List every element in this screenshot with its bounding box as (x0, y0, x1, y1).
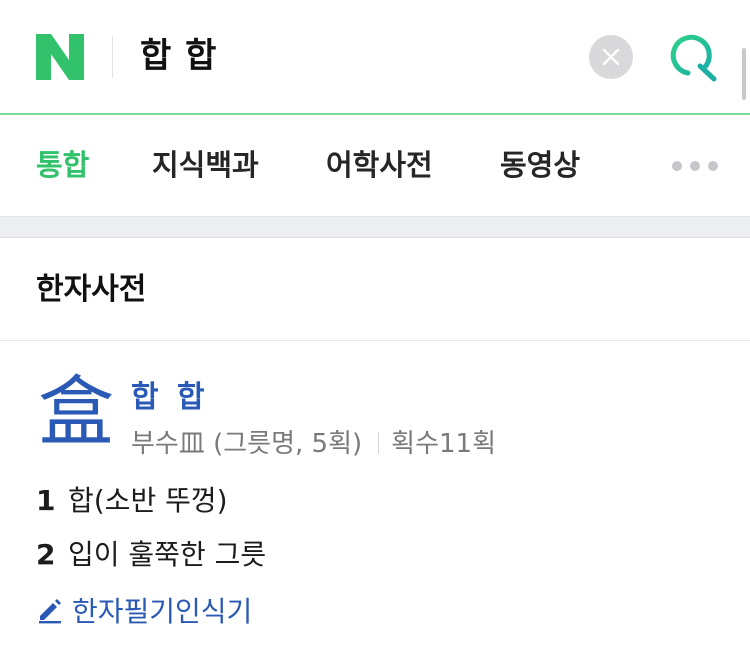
scrollbar[interactable] (742, 48, 746, 100)
tab-video[interactable]: 동영상 (500, 145, 580, 185)
search-query-input[interactable]: 합 합 (140, 30, 217, 82)
meaning-item: 1 합(소반 뚜껑) (36, 481, 228, 521)
meaning-number: 1 (36, 484, 56, 517)
meaning-text: 합(소반 뚜껑) (68, 484, 228, 517)
stroke-count: 획수11획 (391, 429, 497, 459)
card-divider (0, 340, 750, 341)
pencil-icon (39, 599, 61, 624)
hanja-handwriting-link[interactable]: 한자필기인식기 (36, 592, 252, 632)
meta-separator (378, 431, 380, 454)
hanja-meta: 부수皿 (그릇명, 5획) 획수11획 (131, 426, 496, 462)
clear-icon (602, 48, 620, 66)
meaning-text: 입이 훌쭉한 그릇 (68, 538, 267, 571)
tab-integrated[interactable]: 통합 (36, 145, 89, 185)
dot (672, 161, 682, 171)
radical-info: 부수皿 (그릇명, 5획) (131, 429, 363, 459)
tab-language-dictionary[interactable]: 어학사전 (326, 145, 433, 185)
hanja-character[interactable]: 盒 (36, 368, 116, 456)
section-gap (0, 217, 750, 238)
meaning-number: 2 (36, 538, 56, 571)
search-results-page: 합 합 통합 지식백과 어학사전 동영상 한자사전 盒 합 합 부수皿 (그릇명… (0, 0, 750, 670)
more-dots-icon[interactable] (672, 159, 732, 173)
naver-logo-icon[interactable] (36, 34, 84, 80)
search-icon[interactable] (664, 30, 720, 86)
handwriting-link-label: 한자필기인식기 (72, 595, 253, 628)
clear-search-button[interactable] (589, 35, 633, 79)
tab-knowledge-encyclopedia[interactable]: 지식백과 (152, 145, 259, 185)
dot (708, 161, 718, 171)
dot (690, 161, 700, 171)
search-tab-bar: 통합 지식백과 어학사전 동영상 (0, 115, 750, 217)
card-title[interactable]: 한자사전 (36, 268, 146, 312)
search-header: 합 합 (0, 0, 750, 115)
meaning-item: 2 입이 훌쭉한 그릇 (36, 535, 266, 575)
hanja-reading-link[interactable]: 합 합 (131, 378, 209, 418)
hanja-dictionary-card: 한자사전 盒 합 합 부수皿 (그릇명, 5획) 획수11획 1 합(소반 뚜껑) … (0, 238, 750, 670)
header-divider (112, 36, 113, 78)
